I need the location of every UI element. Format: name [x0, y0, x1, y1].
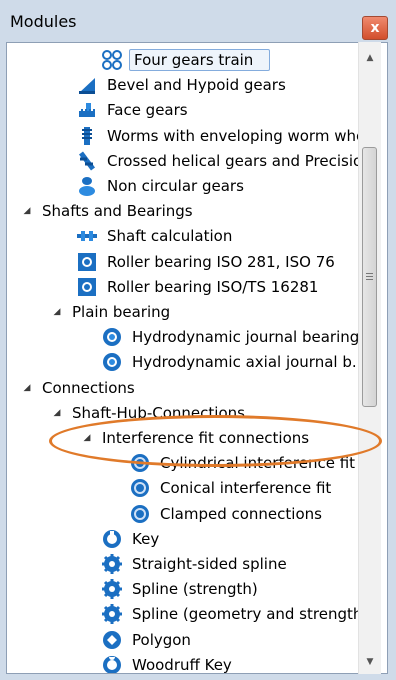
panel-titlebar: Modules x: [0, 0, 396, 42]
tree-item-label: Woodruff Key: [132, 655, 232, 674]
tree-item-label: Conical interference fit: [160, 479, 332, 498]
tree-item[interactable]: Bevel and Hypoid gears: [76, 72, 289, 98]
tree-item-label: Roller bearing ISO/TS 16281: [107, 277, 319, 296]
tree-expander-icon[interactable]: ◢: [51, 407, 63, 419]
tree-item-label: Roller bearing ISO 281, ISO 76: [107, 252, 335, 271]
crossed-helical-gear-icon: [76, 150, 98, 172]
tree-item[interactable]: ◢ Connections: [21, 375, 138, 401]
scroll-up-arrow-icon[interactable]: ▲: [359, 48, 381, 68]
tree-item[interactable]: Roller bearing ISO/TS 16281: [76, 274, 321, 300]
plain-bearing-icon: [101, 326, 123, 348]
tree-item[interactable]: Woodruff Key: [101, 652, 235, 674]
spline-icon: [101, 578, 123, 600]
scrollbar-thumb[interactable]: [362, 147, 377, 407]
four-gears-icon: [101, 49, 123, 71]
tree-expander-icon[interactable]: ◢: [21, 205, 33, 217]
roller-bearing-icon: [76, 251, 98, 273]
tree-item-label: Interference fit connections: [102, 429, 310, 447]
tree-item-label: Hydrodynamic axial journal b...: [132, 353, 367, 372]
tree-item-label: Crossed helical gears and Precisio...: [107, 151, 377, 170]
tree-item-label: Shaft calculation: [107, 227, 233, 246]
spline-icon: [101, 603, 123, 625]
tree-item[interactable]: Hydrodynamic journal bearing: [101, 324, 362, 350]
tree-item-label: Shafts and Bearings: [42, 202, 193, 221]
tree-item-label: Non circular gears: [107, 177, 244, 195]
non-circular-gear-icon: [76, 175, 98, 197]
tree-item[interactable]: Face gears: [76, 97, 191, 123]
tree-item[interactable]: Conical interference fit: [129, 475, 334, 501]
tree-item[interactable]: Spline (strength): [101, 576, 261, 602]
worm-gear-icon: [76, 125, 98, 147]
tree-item[interactable]: ◢ Interference fit connections: [81, 425, 312, 451]
tree-item[interactable]: Non circular gears: [76, 173, 247, 199]
tree-item[interactable]: Crossed helical gears and Precisio...: [76, 148, 379, 174]
tree-item-label: Straight-sided spline: [132, 555, 287, 573]
shaft-icon: [76, 225, 98, 247]
panel-title: Modules: [10, 12, 77, 31]
roller-bearing-icon: [76, 276, 98, 298]
key-connection-icon: [101, 528, 123, 550]
tree-item-label: Clamped connections: [160, 504, 322, 523]
tree-item[interactable]: ◢ Plain bearing: [51, 299, 173, 325]
tree-item-label: Hydrodynamic journal bearing: [132, 328, 360, 347]
tree-expander-icon[interactable]: ◢: [51, 306, 63, 318]
tree-item-label: Polygon: [132, 630, 191, 649]
tree-item[interactable]: Roller bearing ISO 281, ISO 76: [76, 249, 338, 275]
tree-item[interactable]: Cylindrical interference fit: [129, 450, 358, 476]
tree-item[interactable]: Polygon: [101, 627, 194, 653]
interference-fit-icon: [129, 503, 151, 525]
tree-item-label: Bevel and Hypoid gears: [107, 76, 286, 95]
tree-item-label: Connections: [42, 378, 135, 397]
tree-item[interactable]: Worms with enveloping worm whe...: [76, 123, 383, 149]
tree-item[interactable]: Hydrodynamic axial journal b...: [101, 349, 369, 375]
tree-item[interactable]: Key: [101, 526, 162, 552]
tree-item[interactable]: ◢ Shafts and Bearings: [21, 198, 196, 224]
modules-panel: Modules x Four gears train Bevel and Hypo…: [0, 0, 396, 680]
tree-item-label: Key: [132, 529, 160, 548]
bevel-gear-icon: [76, 74, 98, 96]
tree-item[interactable]: Four gears train: [101, 47, 271, 73]
tree-item-label: Worms with enveloping worm whe...: [107, 126, 380, 145]
tree-item-label: Shaft-Hub-Connections: [72, 403, 245, 422]
tree-item-label: Spline (geometry and strength): [132, 605, 369, 624]
tree-item[interactable]: Spline (geometry and strength): [101, 601, 371, 627]
close-button[interactable]: x: [362, 16, 388, 40]
tree-item-label: Cylindrical interference fit: [160, 454, 356, 473]
spline-icon: [101, 553, 123, 575]
tree-expander-icon[interactable]: ◢: [81, 432, 93, 444]
tree-item[interactable]: ◢ Shaft-Hub-Connections: [51, 400, 248, 426]
vertical-scrollbar[interactable]: ▲ ▼: [358, 42, 381, 674]
tree-item-label: Plain bearing: [72, 303, 171, 321]
polygon-connection-icon: [101, 629, 123, 651]
module-tree: Four gears train Bevel and Hypoid gears Fa…: [6, 42, 388, 674]
tree-item-label: Face gears: [107, 101, 188, 120]
face-gear-icon: [76, 99, 98, 121]
interference-fit-icon: [129, 452, 151, 474]
woodruff-key-icon: [101, 654, 123, 673]
tree-item[interactable]: Clamped connections: [129, 501, 325, 527]
tree-item-label: Spline (strength): [132, 580, 258, 599]
tree-item-label: Four gears train: [129, 49, 271, 71]
scroll-down-arrow-icon[interactable]: ▼: [359, 652, 381, 672]
interference-fit-icon: [129, 477, 151, 499]
tree-expander-icon[interactable]: ◢: [21, 382, 33, 394]
tree-item[interactable]: Straight-sided spline: [101, 551, 290, 577]
plain-bearing-icon: [101, 351, 123, 373]
tree-item[interactable]: Shaft calculation: [76, 223, 235, 249]
